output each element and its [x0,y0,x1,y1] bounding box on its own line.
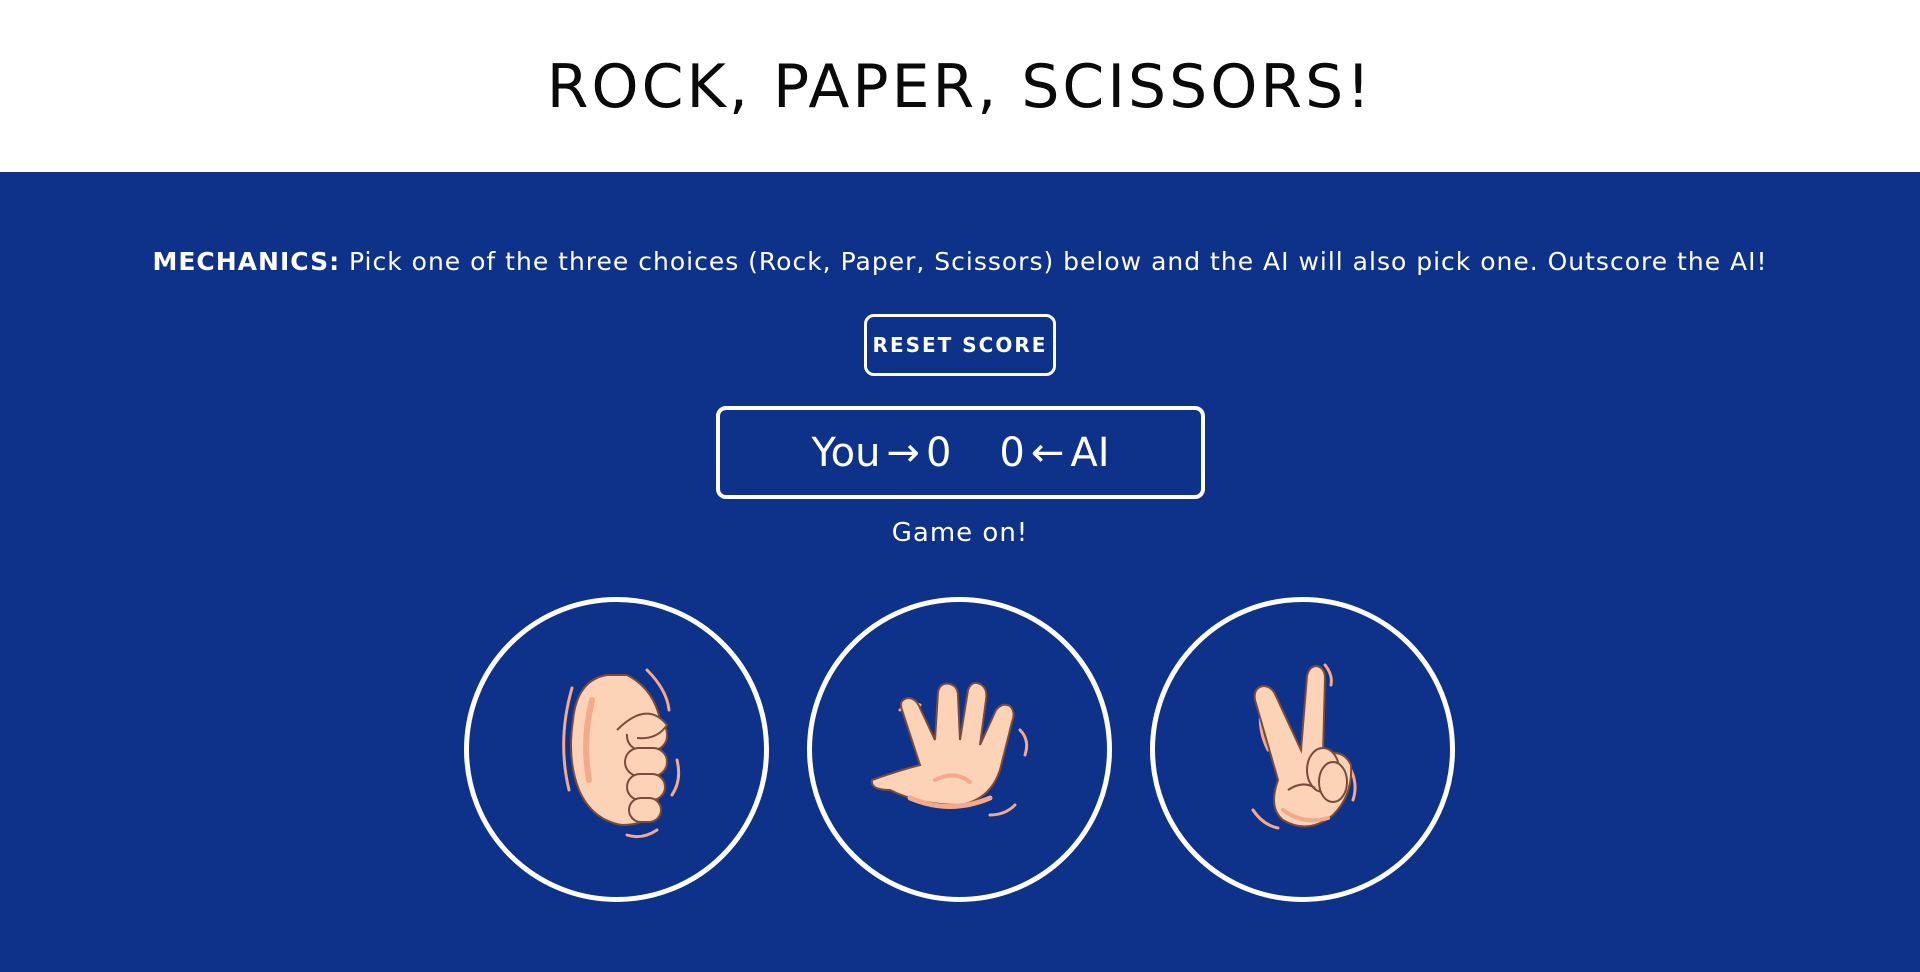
ai-label: AI [1070,429,1110,476]
ai-score: 0 [999,429,1025,476]
scoreboard: You → 0 0 ← AI [716,406,1205,499]
player-score: 0 [925,429,952,476]
mechanics-label: MECHANICS: [152,247,341,276]
player-label: You [811,429,881,476]
ai-arrow: ← [1030,429,1065,476]
choice-paper-button[interactable] [807,597,1112,902]
peace-sign-hand-icon [1251,663,1357,829]
fist-hand-icon [561,668,680,838]
mechanics-description: Pick one of the three choices (Rock, Pap… [340,247,1768,276]
reset-score-button[interactable]: RESET SCORE [864,314,1056,376]
game-area: MECHANICS: Pick one of the three choices… [0,172,1920,972]
page-title: ROCK, PAPER, SCISSORS! [546,52,1374,122]
open-hand-icon [870,681,1028,816]
page-header: ROCK, PAPER, SCISSORS! [0,0,1920,172]
mechanics-text: MECHANICS: Pick one of the three choices… [0,247,1920,276]
choice-scissors-button[interactable] [1150,597,1455,902]
game-status-message: Game on! [891,518,1029,548]
player-arrow: → [886,429,920,476]
choice-rock-button[interactable] [464,597,769,902]
